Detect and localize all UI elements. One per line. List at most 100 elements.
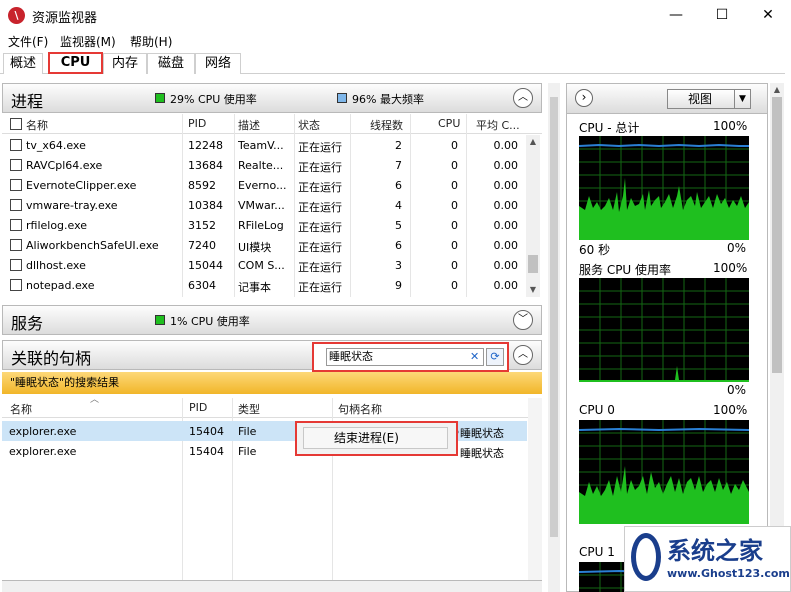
process-avg-cpu: 0.00 <box>493 139 519 152</box>
process-cpu: 0 <box>451 239 458 252</box>
table-row[interactable]: dllhost.exe 15044 COM S... 正在运行 3 0 0.00 <box>2 255 527 275</box>
main-scrollbar[interactable] <box>548 83 560 592</box>
refresh-search-icon[interactable]: ⟳ <box>486 348 504 366</box>
scroll-up-icon[interactable]: ▲ <box>770 83 784 97</box>
handle-process-name: explorer.exe <box>9 445 77 458</box>
tab-network[interactable]: 网络 <box>195 53 241 74</box>
close-button[interactable]: ✕ <box>745 0 791 31</box>
process-checkbox[interactable] <box>10 259 22 271</box>
process-name: tv_x64.exe <box>26 139 86 152</box>
process-checkbox[interactable] <box>10 199 22 211</box>
handles-title: 关联的句柄 <box>11 349 92 368</box>
maximize-button[interactable]: ☐ <box>699 0 745 31</box>
table-row[interactable]: tv_x64.exe 12248 TeamV... 正在运行 2 0 0.00 <box>2 135 527 155</box>
handles-scrollbar[interactable] <box>528 398 542 580</box>
tab-bar: 概述 CPU 内存 磁盘 网络 <box>0 52 785 74</box>
expand-graphs-button[interactable]: › <box>575 89 593 107</box>
col-avg-cpu[interactable]: 平均 C... <box>476 117 520 133</box>
process-checkbox[interactable] <box>10 139 22 151</box>
cpu-usage-legend-icon <box>155 93 165 103</box>
process-threads: 6 <box>395 179 402 192</box>
sort-asc-icon: ︿ <box>90 395 100 405</box>
menu-file[interactable]: 文件(F) <box>8 33 48 50</box>
processes-scrollbar[interactable]: ▲ ▼ <box>526 135 540 297</box>
col-pid[interactable]: PID <box>188 117 206 130</box>
process-cpu: 0 <box>451 199 458 212</box>
expand-services-button[interactable]: ﹀ <box>513 310 533 330</box>
graphs-scrollbar[interactable]: ▲ <box>770 83 784 592</box>
clear-search-icon[interactable]: ✕ <box>470 350 479 363</box>
main-scroll-thumb[interactable] <box>550 97 558 537</box>
process-name: AliworkbenchSafeUI.exe <box>26 239 159 252</box>
handle-search-input[interactable]: 睡眠状态 <box>326 348 484 366</box>
process-status: 正在运行 <box>298 201 342 214</box>
col-handle-name[interactable]: 名称 <box>10 401 32 417</box>
graph-cpu0-label: CPU 0 <box>579 403 615 417</box>
process-checkbox[interactable] <box>10 279 22 291</box>
select-all-checkbox[interactable] <box>10 118 22 130</box>
graph-cpu-total-min: 0% <box>727 241 747 255</box>
services-panel: 服务 1% CPU 使用率 ﹀ <box>2 305 544 337</box>
process-avg-cpu: 0.00 <box>493 199 519 212</box>
scroll-up-icon[interactable]: ▲ <box>526 135 540 149</box>
process-threads: 9 <box>395 279 402 292</box>
graph-cpu-total-label: CPU - 总计 <box>579 121 640 135</box>
processes-panel: 进程 29% CPU 使用率 96% 最大频率 ︿ 名称 PID 描述 状态 线… <box>2 83 544 299</box>
tab-disk[interactable]: 磁盘 <box>147 53 195 74</box>
handle-type: File <box>238 425 257 438</box>
table-row[interactable]: vmware-tray.exe 10384 VMwar... 正在运行 4 0 0.00 <box>2 195 527 215</box>
table-row[interactable]: RAVCpl64.exe 13684 Realte... 正在运行 7 0 0.00 <box>2 155 527 175</box>
table-row[interactable]: rfilelog.exe 3152 RFileLog 正在运行 5 0 0.00 <box>2 215 527 235</box>
process-avg-cpu: 0.00 <box>493 279 519 292</box>
process-avg-cpu: 0.00 <box>493 239 519 252</box>
collapse-processes-button[interactable]: ︿ <box>513 88 533 108</box>
col-handle-handlename[interactable]: 句柄名称 <box>338 401 382 417</box>
tab-cpu[interactable]: CPU <box>48 52 103 74</box>
menu-monitor[interactable]: 监视器(M) <box>60 33 116 50</box>
process-pid: 7240 <box>188 239 216 252</box>
watermark-url: www.Ghost123.com <box>667 567 790 580</box>
processes-header[interactable]: 进程 29% CPU 使用率 96% 最大频率 ︿ <box>2 83 542 113</box>
collapse-handles-button[interactable]: ︿ <box>513 345 533 365</box>
col-handle-type[interactable]: 类型 <box>238 401 260 417</box>
process-status: 正在运行 <box>298 281 342 294</box>
services-header[interactable]: 服务 1% CPU 使用率 ﹀ <box>2 305 542 335</box>
chevron-down-icon[interactable]: ▼ <box>734 90 750 108</box>
col-name[interactable]: 名称 <box>26 117 48 133</box>
col-description[interactable]: 描述 <box>238 117 260 133</box>
process-description: RFileLog <box>238 219 284 232</box>
col-threads[interactable]: 线程数 <box>370 117 403 133</box>
handle-pid: 15404 <box>189 425 224 438</box>
col-status[interactable]: 状态 <box>298 117 320 133</box>
watermark-name: 系统之家 <box>667 536 763 565</box>
process-name: vmware-tray.exe <box>26 199 118 212</box>
process-threads: 2 <box>395 139 402 152</box>
graphs-scroll-thumb[interactable] <box>772 97 782 373</box>
table-row[interactable]: notepad.exe 6304 记事本 正在运行 9 0 0.00 <box>2 275 527 295</box>
handles-horizontal-scrollbar[interactable] <box>2 580 542 592</box>
menu-help[interactable]: 帮助(H) <box>130 33 172 50</box>
tab-overview[interactable]: 概述 <box>3 53 43 74</box>
minimize-button[interactable]: — <box>653 0 699 31</box>
process-checkbox[interactable] <box>10 179 22 191</box>
table-row[interactable]: AliworkbenchSafeUI.exe 7240 UI模块 正在运行 6 0 0.00 <box>2 235 527 255</box>
scroll-thumb[interactable] <box>528 255 538 273</box>
graphs-header: › 视图 ▼ <box>567 84 767 114</box>
site-watermark: 系统之家 www.Ghost123.com <box>624 526 791 592</box>
process-checkbox[interactable] <box>10 239 22 251</box>
process-checkbox[interactable] <box>10 219 22 231</box>
title-bar: \ 资源监视器 — ☐ ✕ <box>0 0 791 31</box>
resource-monitor-icon: \ <box>8 7 25 24</box>
col-handle-pid[interactable]: PID <box>189 401 207 414</box>
col-cpu[interactable]: CPU <box>438 117 460 130</box>
table-row[interactable]: EvernoteClipper.exe 8592 Everno... 正在运行 6 0 0.… <box>2 175 527 195</box>
process-checkbox[interactable] <box>10 159 22 171</box>
view-dropdown[interactable]: 视图 ▼ <box>667 89 751 109</box>
process-avg-cpu: 0.00 <box>493 159 519 172</box>
scroll-down-icon[interactable]: ▼ <box>526 283 540 297</box>
services-cpu-label: 1% CPU 使用率 <box>170 315 250 328</box>
search-results-bar: "睡眠状态"的搜索结果 <box>2 372 542 394</box>
end-process-menu-item[interactable]: 结束进程(E) <box>303 427 448 449</box>
process-threads: 3 <box>395 259 402 272</box>
tab-memory[interactable]: 内存 <box>103 53 147 74</box>
